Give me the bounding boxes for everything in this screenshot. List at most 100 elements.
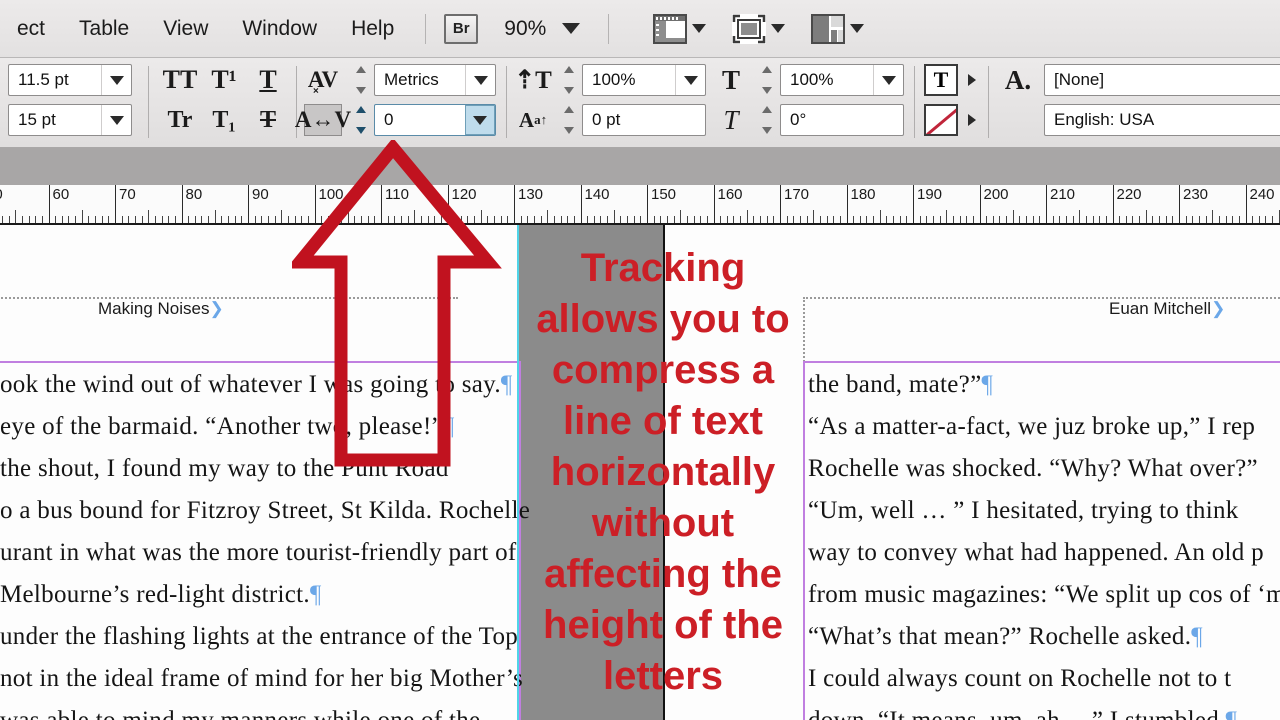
chevron-down-icon[interactable]: [771, 24, 786, 33]
arrange-documents-button[interactable]: [811, 13, 865, 44]
ruler-minor-tick: [567, 216, 569, 223]
baseline-shift-field[interactable]: 0 pt: [582, 104, 706, 136]
superscript-button[interactable]: T¹: [204, 64, 244, 96]
kerning-stepper[interactable]: [352, 64, 369, 96]
vertical-scale-value: 100%: [592, 70, 636, 89]
pilcrow-mark: ¶: [1191, 623, 1203, 650]
menu-item-help[interactable]: Help: [334, 0, 411, 58]
kerning-field[interactable]: Metrics: [374, 64, 496, 96]
folio-left-text: Making Noises: [98, 299, 210, 318]
ruler-minor-tick: [919, 216, 921, 223]
ruler-minor-tick: [1265, 216, 1267, 223]
horizontal-scale-icon: T: [721, 64, 740, 95]
body-text-right[interactable]: the band, mate?”¶ “As a matter-a-fact, w…: [808, 364, 1280, 720]
menu-item-object[interactable]: ect: [0, 0, 62, 58]
ruler-minor-tick: [806, 216, 808, 223]
ruler-minor-tick: [214, 210, 216, 223]
leading-dropdown-icon[interactable]: [101, 105, 131, 135]
body-text-line: Melbourne’s red-light district.¶: [0, 581, 322, 608]
vertical-scale-stepper[interactable]: [560, 64, 577, 96]
small-caps-button[interactable]: Tr: [160, 104, 200, 136]
menu-item-table[interactable]: Table: [62, 0, 146, 58]
all-caps-button[interactable]: TT: [160, 64, 200, 96]
bridge-icon[interactable]: Br: [444, 13, 479, 44]
zoom-level-control[interactable]: 90%: [504, 17, 581, 41]
skew-field[interactable]: 0°: [780, 104, 904, 136]
horizontal-ruler[interactable]: 5060708090100110120130140150160170180190…: [0, 185, 1280, 225]
tracking-field[interactable]: 0: [374, 104, 496, 136]
menu-divider-2: [608, 13, 610, 44]
annotation-line: affecting the: [544, 552, 782, 596]
screen-mode-button[interactable]: [732, 13, 786, 44]
no-stroke-icon[interactable]: [924, 104, 958, 136]
annotation-line: compress a: [551, 348, 775, 392]
pilcrow-mark: ¶: [309, 581, 322, 608]
ruler-minor-tick: [261, 216, 263, 223]
ruler-minor-tick: [1258, 216, 1260, 223]
strikethrough-button[interactable]: T: [248, 104, 288, 136]
horizontal-scale-stepper[interactable]: [758, 64, 775, 96]
ruler-minor-tick: [108, 216, 110, 223]
vertical-scale-field[interactable]: 100%: [582, 64, 706, 96]
annotation-line: without: [591, 501, 735, 545]
ruler-minor-tick: [28, 216, 30, 223]
chevron-down-icon[interactable]: [692, 24, 707, 33]
font-size-field[interactable]: 11.5 pt: [8, 64, 132, 96]
screen-mode-icon: [732, 13, 767, 44]
ruler-label: 230: [1183, 186, 1209, 203]
subscript-button[interactable]: T₁: [204, 104, 244, 136]
ruler-minor-tick: [234, 216, 236, 223]
ruler-minor-tick: [986, 216, 988, 223]
underline-button[interactable]: T: [248, 64, 288, 96]
language-field[interactable]: English: USA: [1044, 104, 1280, 136]
leading-field[interactable]: 15 pt: [8, 104, 132, 136]
character-style-field[interactable]: [None]: [1044, 64, 1280, 96]
ruler-minor-tick: [833, 216, 835, 223]
ruler-minor-tick: [1132, 216, 1134, 223]
ruler-minor-tick: [241, 216, 243, 223]
ruler-minor-tick: [1099, 216, 1101, 223]
ruler-minor-tick: [35, 216, 37, 223]
panel-divider-3: [506, 66, 507, 138]
ruler-minor-tick: [1012, 210, 1014, 223]
tracking-stepper[interactable]: [352, 104, 369, 136]
ruler-label: 150: [651, 186, 677, 203]
ruler-minor-tick: [101, 216, 103, 223]
chevron-down-icon[interactable]: [562, 23, 581, 34]
ruler-minor-tick: [208, 216, 210, 223]
ruler-minor-tick: [1238, 216, 1240, 223]
ruler-label: 90: [252, 186, 269, 203]
menu-item-window[interactable]: Window: [225, 0, 334, 58]
view-options-button[interactable]: [653, 13, 707, 44]
ruler-minor-tick: [194, 216, 196, 223]
ruler-minor-tick: [593, 216, 595, 223]
font-size-dropdown-icon[interactable]: [101, 65, 131, 95]
ruler-minor-tick: [680, 210, 682, 223]
ruler-minor-tick: [68, 216, 70, 223]
menu-item-view[interactable]: View: [146, 0, 225, 58]
ruler-minor-tick: [1139, 216, 1141, 223]
horizontal-scale-field[interactable]: 100%: [780, 64, 904, 96]
body-text-line: “What’s that mean?” Rochelle asked.¶: [808, 623, 1203, 650]
fill-expand-icon[interactable]: [968, 74, 976, 86]
vertical-scale-dropdown-icon[interactable]: [675, 65, 705, 95]
stroke-expand-icon[interactable]: [968, 114, 976, 126]
ruler-minor-tick: [706, 216, 708, 223]
tracking-dropdown-icon[interactable]: [465, 105, 495, 135]
ruler-minor-tick: [1192, 216, 1194, 223]
baseline-shift-stepper[interactable]: [560, 104, 577, 136]
body-text-line: urant in what was the more tourist-frien…: [0, 539, 517, 566]
ruler-minor-tick: [1072, 216, 1074, 223]
folio-right: Euan Mitchell❯: [1109, 299, 1226, 318]
body-text-line: Rochelle was shocked. “Why? What over?”: [808, 455, 1258, 482]
ruler-minor-tick: [760, 216, 762, 223]
ruler-minor-tick: [134, 216, 136, 223]
ruler-minor-tick: [587, 216, 589, 223]
ruler-label: 200: [983, 186, 1009, 203]
kerning-dropdown-icon[interactable]: [465, 65, 495, 95]
ruler-minor-tick: [966, 216, 968, 223]
horizontal-scale-dropdown-icon[interactable]: [873, 65, 903, 95]
skew-stepper[interactable]: [758, 104, 775, 136]
fill-color-button[interactable]: T: [924, 64, 958, 96]
chevron-down-icon[interactable]: [850, 24, 865, 33]
